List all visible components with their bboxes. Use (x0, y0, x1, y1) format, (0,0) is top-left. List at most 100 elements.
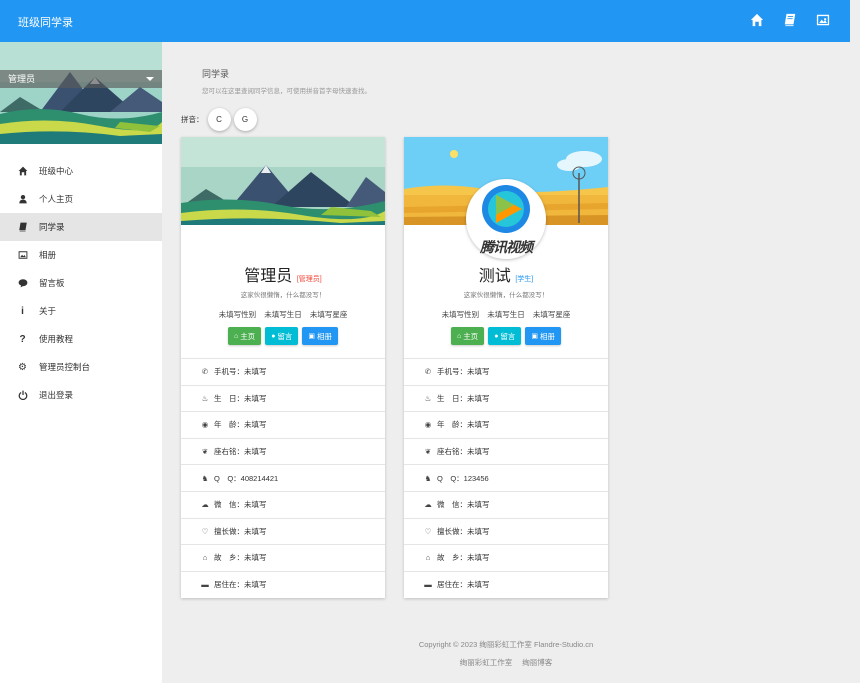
row-value: 未填写 (467, 420, 490, 430)
card-name: 管理员 (244, 268, 293, 285)
sidebar-item-admin-console[interactable]: ⚙ 管理员控制台 (0, 353, 162, 381)
heart-icon: ♡ (201, 526, 209, 536)
home-icon: ⌂ (456, 332, 462, 340)
pinyin-letter-g[interactable]: G (233, 108, 257, 131)
info-row-hometown: ⌂ 故 乡： 未填写 (181, 544, 385, 571)
sidebar-item-about[interactable]: i 关于 (0, 297, 162, 325)
caret-down-icon (146, 77, 154, 81)
homepage-button[interactable]: ⌂ 主页 (227, 327, 262, 345)
row-label: 微 信： (214, 500, 244, 510)
message-button[interactable]: ● 留言 (265, 327, 299, 345)
row-label: Q Q： (214, 473, 241, 483)
sidebar-banner: 管理员 (0, 42, 162, 144)
picture-icon[interactable] (816, 13, 830, 27)
sidebar-item-label: 相册 (39, 250, 57, 260)
leaf-icon: ❦ (201, 447, 209, 457)
home-icon (17, 166, 28, 177)
globe-icon: ◉ (201, 420, 209, 430)
row-label: 座右铭： (214, 447, 244, 457)
sidebar-item-label: 班级中心 (39, 166, 74, 176)
button-label: 留言 (500, 331, 516, 341)
button-label: 主页 (240, 331, 256, 341)
row-label: 座右铭： (437, 447, 467, 457)
row-value: 未填写 (244, 447, 267, 457)
row-value: 未填写 (244, 393, 267, 403)
info-row-residence: ▬ 居住在： 未填写 (404, 570, 608, 598)
sidebar-item-message-board[interactable]: 留言板 (0, 269, 162, 297)
sidebar-item-tutorial[interactable]: ? 使用教程 (0, 325, 162, 353)
pinyin-letter-c[interactable]: C (207, 108, 231, 131)
sidebar-item-class-center[interactable]: 班级中心 (0, 157, 162, 185)
row-label: 故 乡： (214, 553, 244, 563)
row-label: 生 日： (214, 393, 244, 403)
info-row-phone: ✆ 手机号： 未填写 (181, 358, 385, 385)
sidebar-item-album[interactable]: 相册 (0, 241, 162, 269)
footer-link-studio[interactable]: 绚丽彩虹工作室 (460, 658, 513, 667)
sidebar: 管理员 班级中心 个人主页 同学录 相册 留言板 i 关于 ? 使用教程 ⚙ 管… (0, 42, 162, 683)
row-value: 未填写 (467, 580, 490, 590)
info-row-qq: ♞ Q Q： 123456 (404, 464, 608, 491)
info-row-wechat: ☁ 微 信： 未填写 (181, 490, 385, 518)
info-list: ✆ 手机号： 未填写 ♨ 生 日： 未填写 ◉ 年 龄： 未填写 ❦ 座右铭： 未填写 ♞ Q Q… (181, 358, 385, 597)
info-row-wechat: ☁ 微 信： 未填写 (404, 490, 608, 518)
footer-link-blog[interactable]: 绚丽博客 (522, 658, 552, 667)
role-badge: [管理员] (296, 276, 322, 283)
homepage-button[interactable]: ⌂ 主页 (450, 327, 485, 345)
tag-birthday: 未填写生日 (487, 310, 525, 319)
picture-icon: ▣ (308, 333, 316, 340)
home-icon: ⌂ (233, 332, 239, 340)
tag-zodiac: 未填写星座 (532, 310, 571, 319)
picture-icon: ▣ (531, 333, 539, 340)
info-list: ✆ 手机号： 未填写 ♨ 生 日： 未填写 ◉ 年 龄： 未填写 ❦ 座右铭： 未填写 ♞ Q Q… (404, 358, 608, 597)
classmate-card: 腾讯视频 测试 [学生] 这家伙很懒惰，什么都没写！ 未填写性别 未填写生日 未… (404, 137, 608, 598)
row-value: 未填写 (244, 420, 267, 430)
row-value: 未填写 (467, 393, 490, 403)
sidebar-item-logout[interactable]: 退出登录 (0, 381, 162, 409)
leaf-icon: ❦ (424, 447, 432, 457)
row-label: 居住在： (214, 580, 244, 590)
row-label: 年 龄： (437, 420, 467, 430)
sidebar-item-classmates[interactable]: 同学录 (0, 213, 162, 241)
sidebar-item-label: 使用教程 (39, 334, 74, 344)
message-button[interactable]: ● 留言 (488, 327, 522, 345)
button-label: 主页 (463, 331, 479, 341)
row-label: 年 龄： (214, 420, 244, 430)
row-value: 未填写 (244, 553, 267, 563)
bed-icon: ▬ (424, 580, 432, 590)
comment-icon: ● (271, 332, 276, 340)
row-label: 生 日： (437, 393, 467, 403)
row-value: 未填写 (244, 367, 267, 377)
card-signature: 这家伙很懒惰，什么都没写！ (240, 292, 326, 299)
book-icon[interactable] (783, 13, 797, 27)
row-label: 微 信： (437, 500, 467, 510)
row-value: 未填写 (467, 447, 490, 457)
info-icon: i (21, 305, 24, 317)
album-button[interactable]: ▣ 相册 (525, 327, 562, 345)
user-dropdown[interactable]: 管理员 (0, 70, 162, 88)
sidebar-item-label: 同学录 (39, 222, 65, 232)
footer-copyright: Copyright © 2023 绚丽彩虹工作室 Flandre-Studio.… (418, 640, 594, 649)
pinyin-filter: 拼音： C G (181, 108, 260, 131)
tag-gender: 未填写性别 (218, 310, 257, 319)
row-value: 未填写 (244, 526, 267, 536)
album-button[interactable]: ▣ 相册 (302, 327, 339, 345)
sidebar-item-label: 关于 (39, 306, 57, 316)
qq-icon: ♞ (424, 473, 432, 483)
home-icon: ⌂ (202, 553, 208, 563)
bed-icon: ▬ (201, 580, 209, 590)
home-icon[interactable] (750, 13, 764, 27)
info-row-phone: ✆ 手机号： 未填写 (404, 358, 608, 385)
top-navbar: 班级同学录 (0, 0, 850, 42)
app-title[interactable]: 班级同学录 (18, 14, 73, 30)
sidebar-item-label: 管理员控制台 (39, 362, 91, 372)
sidebar-item-label: 退出登录 (39, 390, 74, 400)
sidebar-item-profile[interactable]: 个人主页 (0, 185, 162, 213)
info-row-residence: ▬ 居住在： 未填写 (181, 570, 385, 598)
row-label: 擅长做： (214, 526, 244, 536)
row-value: 123456 (463, 473, 489, 483)
info-row-motto: ❦ 座右铭： 未填写 (404, 437, 608, 465)
button-label: 相册 (317, 331, 333, 341)
row-label: Q Q： (437, 473, 464, 483)
page-title: 同学录 (202, 69, 230, 79)
row-value: 未填写 (467, 367, 490, 377)
